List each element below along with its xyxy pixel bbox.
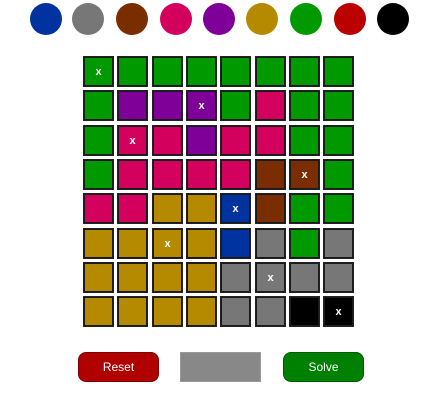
board-cell[interactable] bbox=[83, 296, 114, 327]
board-cell[interactable] bbox=[220, 262, 251, 293]
board-cell[interactable] bbox=[186, 193, 217, 224]
board-cell[interactable] bbox=[83, 90, 114, 121]
board-cell[interactable] bbox=[83, 125, 114, 156]
cell-mark: x bbox=[335, 305, 342, 318]
board-cell[interactable] bbox=[83, 262, 114, 293]
color-swatch-black[interactable] bbox=[377, 3, 409, 35]
reset-button[interactable]: Reset bbox=[78, 352, 159, 382]
board-cell[interactable] bbox=[83, 228, 114, 259]
board-cell[interactable] bbox=[117, 90, 148, 121]
board-cell[interactable] bbox=[289, 228, 320, 259]
board-cell[interactable]: x bbox=[255, 262, 286, 293]
board-cell[interactable] bbox=[255, 56, 286, 87]
board-cell[interactable] bbox=[83, 159, 114, 190]
board-cell[interactable] bbox=[323, 125, 354, 156]
board-cell[interactable] bbox=[152, 90, 183, 121]
board-cell[interactable]: x bbox=[152, 228, 183, 259]
board-cell[interactable]: x bbox=[83, 56, 114, 87]
cell-mark: x bbox=[129, 134, 136, 147]
board-cell[interactable] bbox=[323, 228, 354, 259]
board-cell[interactable] bbox=[289, 90, 320, 121]
color-swatch-blue[interactable] bbox=[30, 3, 62, 35]
color-swatch-gray[interactable] bbox=[72, 3, 104, 35]
board-cell[interactable] bbox=[117, 296, 148, 327]
middle-button[interactable] bbox=[180, 352, 261, 382]
board-cell[interactable]: x bbox=[117, 125, 148, 156]
board-cell[interactable] bbox=[186, 159, 217, 190]
board-cell[interactable] bbox=[220, 90, 251, 121]
board-cell[interactable] bbox=[117, 193, 148, 224]
cell-mark: x bbox=[198, 99, 205, 112]
board-cell[interactable] bbox=[220, 296, 251, 327]
board-cell[interactable] bbox=[255, 296, 286, 327]
board-cell[interactable] bbox=[289, 262, 320, 293]
color-swatch-green[interactable] bbox=[290, 3, 322, 35]
board-cell[interactable] bbox=[152, 262, 183, 293]
cell-mark: x bbox=[267, 271, 274, 284]
board-cell[interactable] bbox=[186, 228, 217, 259]
board-cell[interactable] bbox=[117, 228, 148, 259]
board-cell[interactable] bbox=[255, 125, 286, 156]
board-cell[interactable] bbox=[152, 193, 183, 224]
board-cell[interactable] bbox=[152, 159, 183, 190]
color-swatch-red[interactable] bbox=[334, 3, 366, 35]
board-cell[interactable] bbox=[186, 296, 217, 327]
cell-mark: x bbox=[164, 237, 171, 250]
board-cell[interactable]: x bbox=[220, 193, 251, 224]
board-cell[interactable] bbox=[220, 159, 251, 190]
cell-mark: x bbox=[232, 202, 239, 215]
board-cell[interactable] bbox=[117, 262, 148, 293]
board-cell[interactable] bbox=[323, 56, 354, 87]
board-cell[interactable] bbox=[186, 56, 217, 87]
board-cell[interactable] bbox=[186, 125, 217, 156]
board-cell[interactable] bbox=[255, 90, 286, 121]
board-cell[interactable]: x bbox=[323, 296, 354, 327]
board-cell[interactable] bbox=[117, 159, 148, 190]
board-cell[interactable] bbox=[83, 193, 114, 224]
color-palette bbox=[0, 0, 439, 40]
cell-mark: x bbox=[95, 65, 102, 78]
board-cell[interactable] bbox=[323, 262, 354, 293]
board-cell[interactable] bbox=[220, 56, 251, 87]
board-cell[interactable] bbox=[323, 90, 354, 121]
board-cell[interactable] bbox=[255, 193, 286, 224]
board-cell[interactable] bbox=[220, 125, 251, 156]
board-cell[interactable]: x bbox=[186, 90, 217, 121]
color-swatch-gold[interactable] bbox=[246, 3, 278, 35]
board-cell[interactable] bbox=[323, 159, 354, 190]
board-cell[interactable] bbox=[289, 56, 320, 87]
board-cell[interactable] bbox=[255, 159, 286, 190]
color-swatch-purple[interactable] bbox=[203, 3, 235, 35]
board-cell[interactable] bbox=[117, 56, 148, 87]
board-cell[interactable] bbox=[289, 125, 320, 156]
board-cell[interactable] bbox=[152, 296, 183, 327]
solve-button[interactable]: Solve bbox=[283, 352, 364, 382]
board-cell[interactable] bbox=[323, 193, 354, 224]
board-cell[interactable] bbox=[152, 56, 183, 87]
board-cell[interactable] bbox=[289, 296, 320, 327]
board-cell[interactable] bbox=[186, 262, 217, 293]
board-cell[interactable] bbox=[289, 193, 320, 224]
board-cell[interactable] bbox=[152, 125, 183, 156]
board-cell[interactable]: x bbox=[289, 159, 320, 190]
color-swatch-magenta[interactable] bbox=[160, 3, 192, 35]
board-cell[interactable] bbox=[255, 228, 286, 259]
board-cell[interactable] bbox=[220, 228, 251, 259]
puzzle-board: x x x x x x x x bbox=[83, 56, 358, 331]
cell-mark: x bbox=[301, 168, 308, 181]
color-swatch-brown[interactable] bbox=[116, 3, 148, 35]
